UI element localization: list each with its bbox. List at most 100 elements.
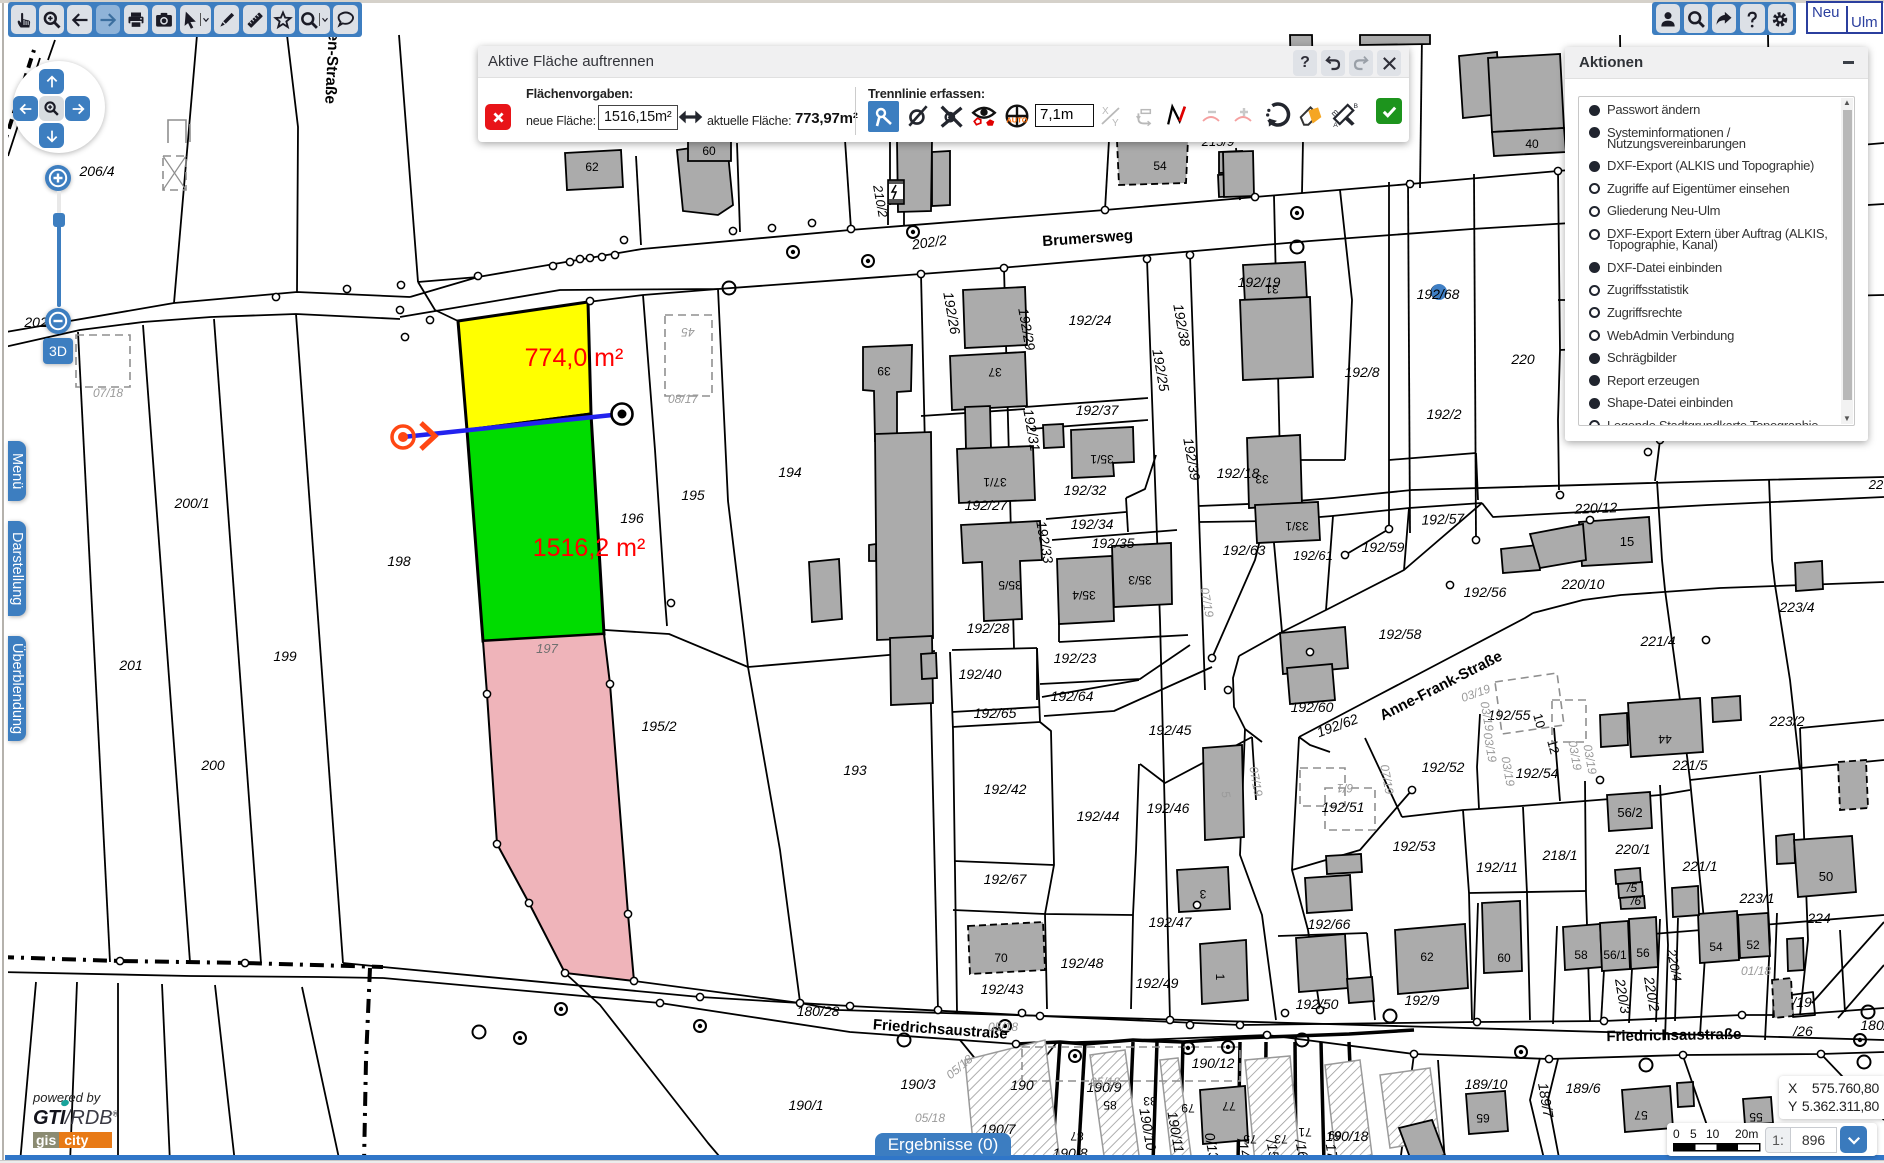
svg-text:192/35: 192/35 <box>1092 535 1135 551</box>
svg-text:60: 60 <box>1497 951 1511 965</box>
svg-text:192/64: 192/64 <box>1051 688 1094 704</box>
svg-text:33/1: 33/1 <box>1285 519 1309 533</box>
svg-text:08/17: 08/17 <box>668 392 699 406</box>
svg-text:221/1: 221/1 <box>1681 858 1717 874</box>
svg-text:192/8: 192/8 <box>1344 364 1379 380</box>
svg-text:192/45: 192/45 <box>1149 722 1192 738</box>
svg-text:65: 65 <box>1476 1111 1490 1125</box>
svg-text:192/37: 192/37 <box>1076 402 1120 418</box>
svg-text:B: B <box>1354 103 1359 110</box>
svg-text:192/65: 192/65 <box>974 705 1017 721</box>
svg-text:56: 56 <box>1636 946 1650 960</box>
svg-text:192/53: 192/53 <box>1393 838 1436 854</box>
svg-text:1: 1 <box>1213 974 1227 981</box>
svg-text:Friedrichsaustraße: Friedrichsaustraße <box>1606 1026 1741 1045</box>
svg-text:71: 71 <box>1298 1125 1312 1139</box>
svg-text:193: 193 <box>843 762 867 778</box>
svg-text:192/52: 192/52 <box>1422 759 1465 775</box>
svg-text:224: 224 <box>1806 910 1831 926</box>
svg-text:40: 40 <box>1525 137 1539 151</box>
svg-text:223/1: 223/1 <box>1738 890 1774 906</box>
svg-text:35/1: 35/1 <box>1090 452 1114 466</box>
svg-text:/6: /6 <box>1630 894 1641 908</box>
svg-text:192/46: 192/46 <box>1147 800 1190 816</box>
svg-text:192/59: 192/59 <box>1362 539 1405 555</box>
svg-text:190/1: 190/1 <box>788 1097 823 1113</box>
svg-text:73: 73 <box>1274 1132 1288 1146</box>
svg-text:X: X <box>1102 106 1109 117</box>
svg-text:192/9: 192/9 <box>1404 992 1439 1008</box>
svg-text:192/50: 192/50 <box>1296 996 1339 1012</box>
svg-text:192/24: 192/24 <box>1069 312 1112 328</box>
svg-text:189/10: 189/10 <box>1465 1076 1508 1092</box>
svg-text:69: 69 <box>1328 1128 1342 1142</box>
svg-text:220/1: 220/1 <box>1614 841 1650 857</box>
svg-text:198: 198 <box>387 553 411 569</box>
svg-text:52: 52 <box>1746 938 1760 952</box>
svg-text:50: 50 <box>1819 869 1833 884</box>
svg-text:87: 87 <box>1070 1129 1084 1143</box>
svg-text:192/2: 192/2 <box>1426 406 1461 422</box>
svg-text:200: 200 <box>200 757 225 773</box>
svg-text:190/12: 190/12 <box>1192 1055 1235 1071</box>
svg-text:192/49: 192/49 <box>1136 975 1179 991</box>
svg-text:01/18: 01/18 <box>1741 964 1771 978</box>
svg-text:192/23: 192/23 <box>1054 650 1097 666</box>
svg-text:A: A <box>1333 122 1338 128</box>
svg-text:192/34: 192/34 <box>1071 516 1114 532</box>
svg-text:200/1: 200/1 <box>173 495 209 511</box>
svg-text:15: 15 <box>1620 534 1634 549</box>
svg-text:220/10: 220/10 <box>1561 576 1605 592</box>
svg-text:05/18: 05/18 <box>988 1020 1018 1034</box>
svg-text:AUTO: AUTO <box>1006 116 1027 125</box>
svg-text:56/1: 56/1 <box>1603 948 1627 962</box>
svg-text:35/4: 35/4 <box>1072 588 1096 602</box>
svg-text:192/11: 192/11 <box>1476 859 1518 875</box>
svg-text:44: 44 <box>1658 732 1672 746</box>
svg-text:07/18: 07/18 <box>93 386 123 400</box>
svg-text:1516,2 m²: 1516,2 m² <box>533 534 646 562</box>
svg-text:192/54: 192/54 <box>1516 765 1559 781</box>
svg-text:58: 58 <box>1574 948 1588 962</box>
svg-text:77: 77 <box>1222 1099 1236 1113</box>
svg-text:75: 75 <box>1243 1132 1257 1146</box>
svg-text:35/3: 35/3 <box>1128 573 1152 587</box>
svg-text:192/42: 192/42 <box>984 781 1027 797</box>
svg-text:192/51: 192/51 <box>1322 799 1365 815</box>
svg-text:192/60: 192/60 <box>1291 699 1334 715</box>
svg-text:39: 39 <box>877 364 891 378</box>
svg-text:57: 57 <box>1634 1108 1648 1122</box>
svg-text:Y: Y <box>1112 118 1119 128</box>
svg-text:180/28: 180/28 <box>797 1003 840 1019</box>
svg-text:31: 31 <box>1265 282 1279 296</box>
svg-text:54: 54 <box>1153 159 1167 173</box>
svg-text:192/44: 192/44 <box>1077 808 1120 824</box>
svg-text:192/18: 192/18 <box>1217 465 1260 481</box>
svg-text:192/58: 192/58 <box>1379 626 1422 642</box>
svg-text:196: 196 <box>620 510 644 526</box>
svg-text:221/5: 221/5 <box>1671 757 1707 773</box>
svg-text:54: 54 <box>1709 940 1723 954</box>
svg-text:195/2: 195/2 <box>641 718 676 734</box>
svg-text:223/2: 223/2 <box>1768 713 1804 729</box>
svg-text:220/12: 220/12 <box>1573 499 1618 517</box>
svg-text:m: m <box>1331 107 1341 118</box>
svg-text:83: 83 <box>1143 1094 1157 1108</box>
svg-text:192/61: 192/61 <box>1293 548 1333 563</box>
svg-text:192/68: 192/68 <box>1417 286 1460 302</box>
svg-text:180/: 180/ <box>1860 1017 1884 1033</box>
svg-text:189/6: 189/6 <box>1565 1080 1600 1096</box>
svg-text:85: 85 <box>1103 1098 1117 1112</box>
svg-text:56/2: 56/2 <box>1617 805 1642 820</box>
svg-text:192/63: 192/63 <box>1223 542 1266 558</box>
svg-text:35/5: 35/5 <box>998 578 1022 592</box>
svg-text:60: 60 <box>702 144 716 158</box>
svg-text:79: 79 <box>1181 1101 1195 1115</box>
svg-text:192/56: 192/56 <box>1464 584 1507 600</box>
svg-text:192/27: 192/27 <box>965 497 1009 513</box>
svg-text:37/1: 37/1 <box>983 475 1007 489</box>
svg-text:192/47: 192/47 <box>1149 914 1193 930</box>
svg-text:192/48: 192/48 <box>1061 955 1104 971</box>
svg-text:192/57: 192/57 <box>1421 510 1466 528</box>
svg-text:774,0 m²: 774,0 m² <box>525 344 624 372</box>
